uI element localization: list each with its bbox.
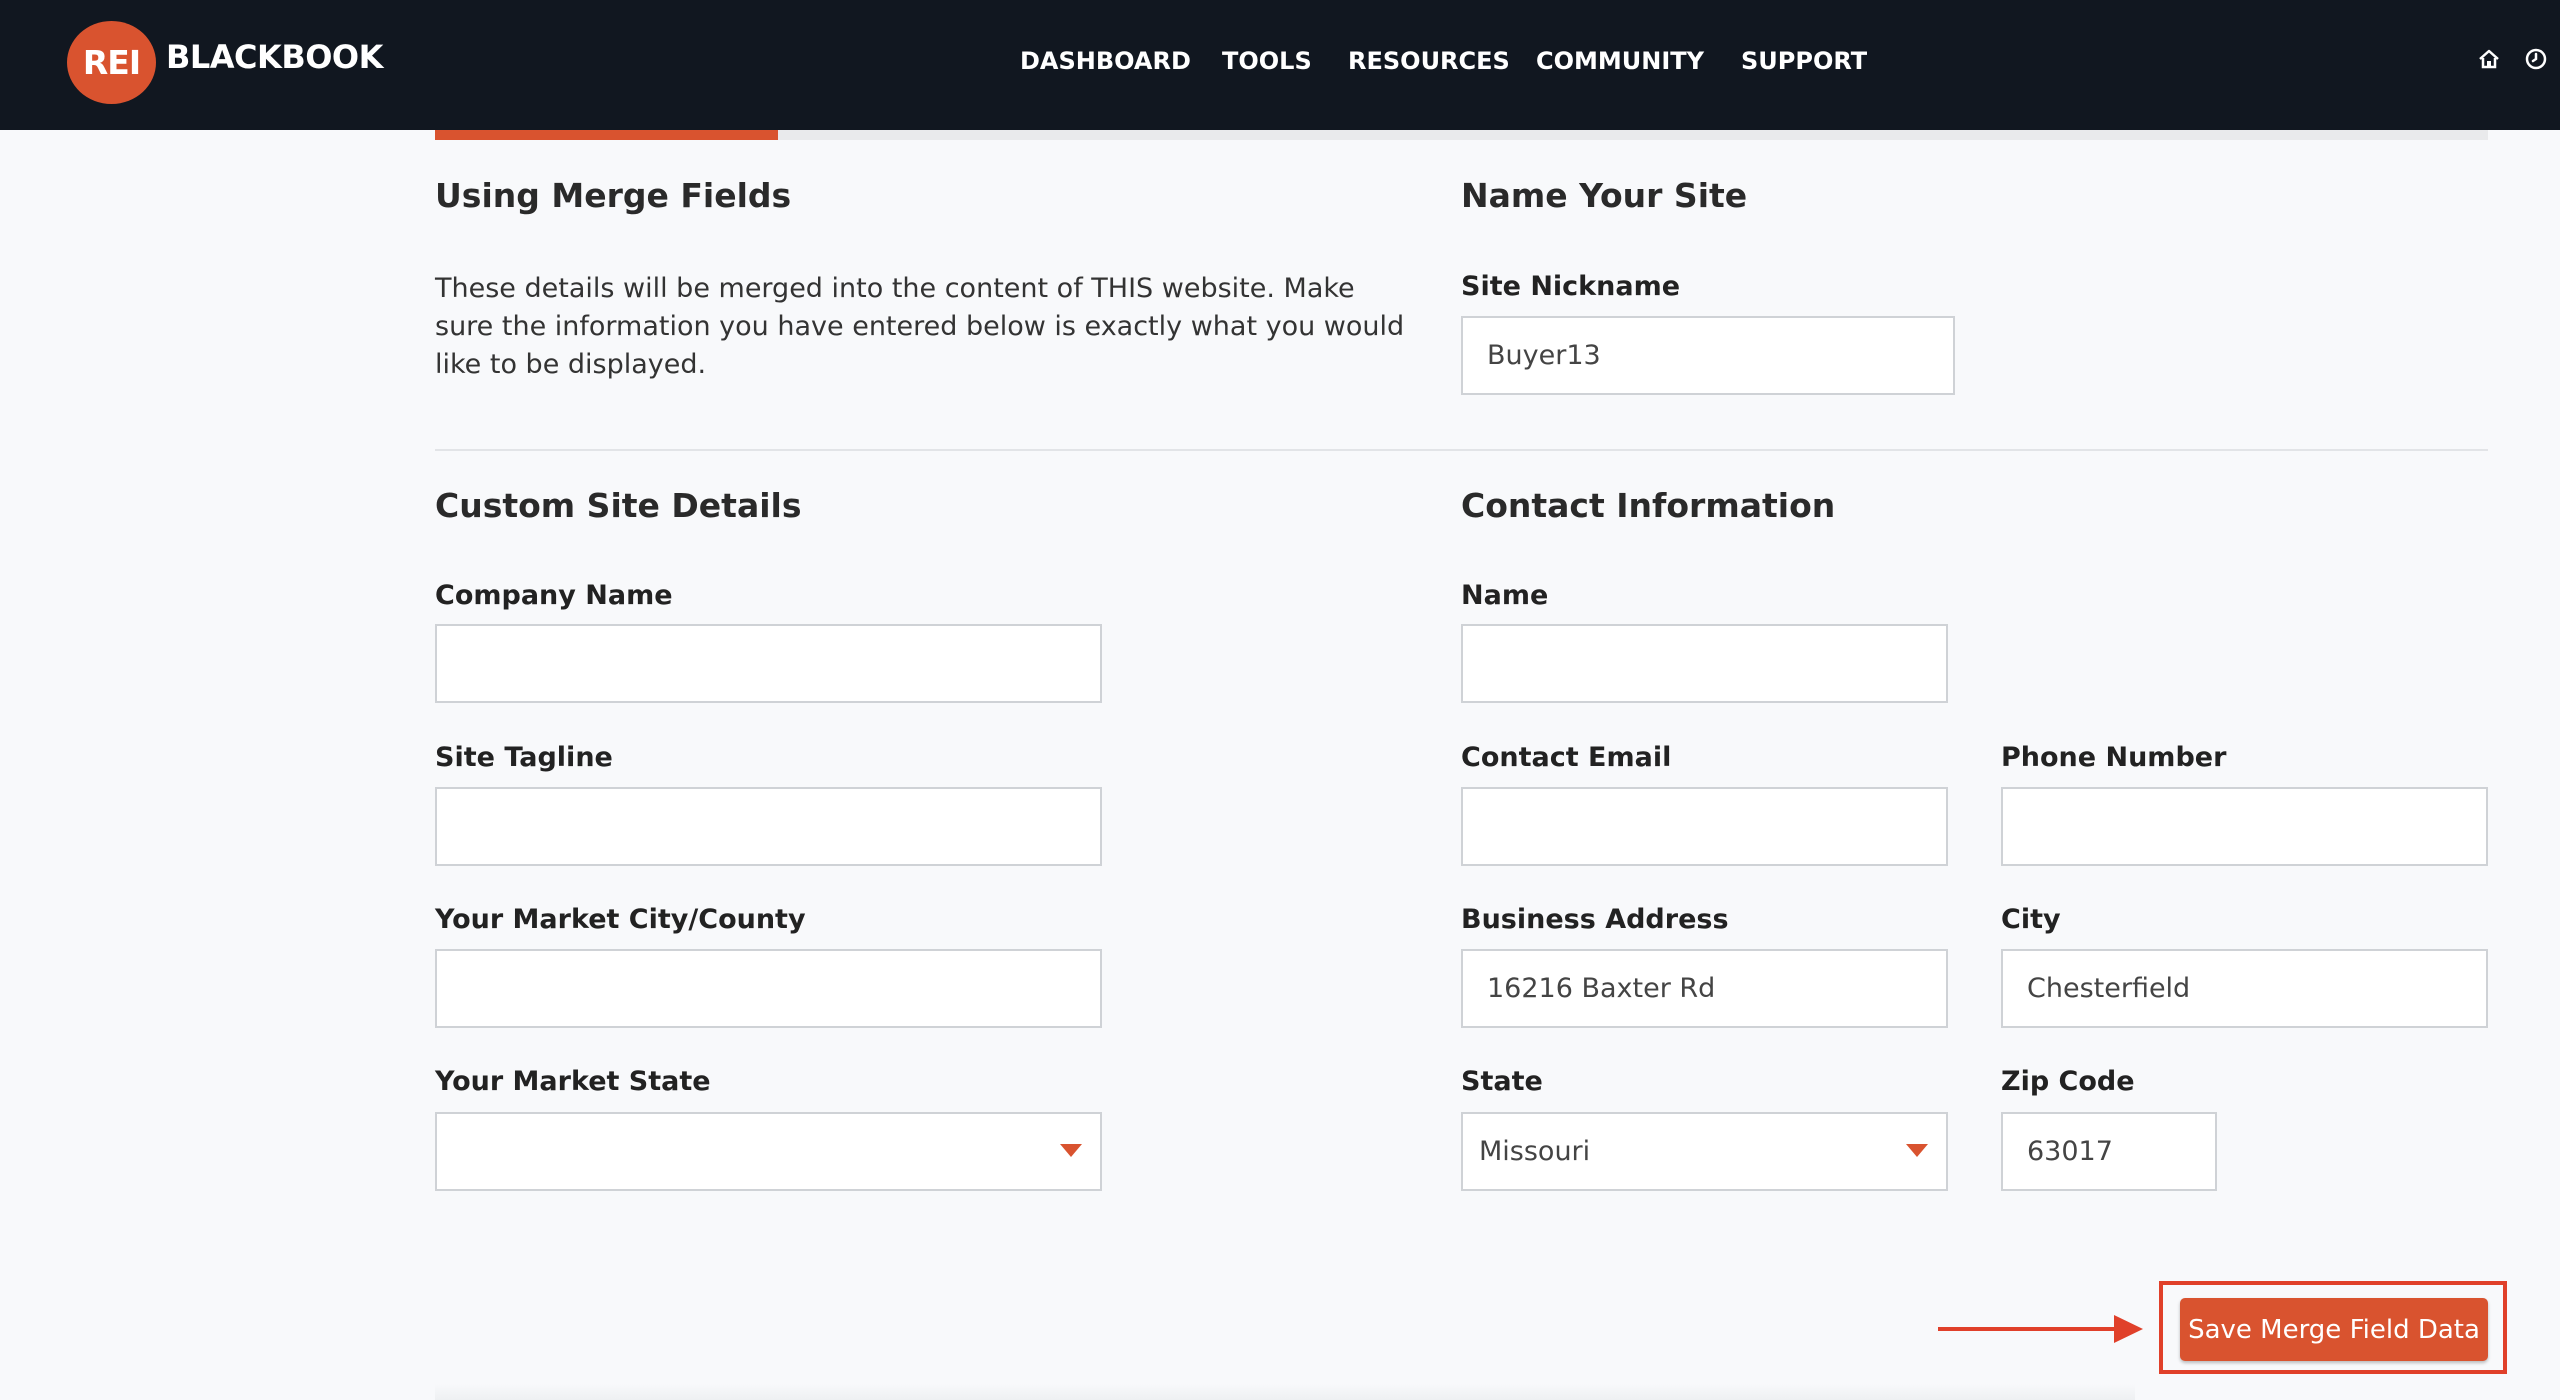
custom-site-details-title: Custom Site Details	[435, 486, 802, 525]
merge-fields-title: Using Merge Fields	[435, 176, 792, 215]
chevron-down-icon	[1906, 1144, 1928, 1157]
active-tab-indicator	[435, 130, 778, 140]
chevron-down-icon	[1060, 1144, 1082, 1157]
zip-code-input[interactable]: 63017	[2001, 1112, 2217, 1191]
nav-dashboard[interactable]: DASHBOARD	[1020, 46, 1191, 76]
arrow-right-icon	[1938, 1315, 2143, 1343]
contact-name-label: Name	[1461, 580, 1549, 611]
contact-email-label: Contact Email	[1461, 742, 1672, 773]
save-merge-field-data-button[interactable]: Save Merge Field Data	[2180, 1298, 2488, 1361]
nav-resources[interactable]: RESOURCES	[1348, 46, 1510, 76]
market-city-county-label: Your Market City/County	[435, 904, 806, 935]
home-icon[interactable]	[2477, 47, 2501, 71]
phone-number-input[interactable]	[2001, 787, 2488, 866]
market-state-label: Your Market State	[435, 1066, 711, 1097]
name-your-site-title: Name Your Site	[1461, 176, 1748, 215]
market-city-county-input[interactable]	[435, 949, 1102, 1028]
merge-fields-description: These details will be merged into the co…	[435, 273, 1405, 380]
company-name-label: Company Name	[435, 580, 673, 611]
nav-tools[interactable]: TOOLS	[1222, 46, 1312, 76]
zip-code-label: Zip Code	[2001, 1066, 2135, 1097]
top-navigation-bar: REI BLACKBOOK DASHBOARD TOOLS RESOURCES …	[0, 0, 2560, 130]
state-select[interactable]: Missouri	[1461, 1112, 1948, 1191]
business-address-label: Business Address	[1461, 904, 1729, 935]
city-label: City	[2001, 904, 2061, 935]
market-state-select[interactable]	[435, 1112, 1102, 1191]
site-tagline-input[interactable]	[435, 787, 1102, 866]
contact-name-input[interactable]	[1461, 624, 1948, 703]
contact-email-input[interactable]	[1461, 787, 1948, 866]
phone-number-label: Phone Number	[2001, 742, 2227, 773]
section-divider	[435, 449, 2488, 451]
state-label: State	[1461, 1066, 1543, 1097]
main-nav: DASHBOARD TOOLS RESOURCES COMMUNITY SUPP…	[0, 46, 2560, 76]
nav-support[interactable]: SUPPORT	[1741, 46, 1867, 76]
contact-information-title: Contact Information	[1461, 486, 1836, 525]
business-address-input[interactable]: 16216 Baxter Rd	[1461, 949, 1948, 1028]
state-value: Missouri	[1479, 1136, 1591, 1167]
content-bottom-edge	[435, 1384, 2135, 1400]
nav-community[interactable]: COMMUNITY	[1536, 46, 1704, 76]
clock-icon[interactable]	[2524, 47, 2548, 71]
site-nickname-input[interactable]: Buyer13	[1461, 316, 1955, 395]
city-input[interactable]: Chesterfield	[2001, 949, 2488, 1028]
site-nickname-label: Site Nickname	[1461, 271, 1681, 302]
site-tagline-label: Site Tagline	[435, 742, 613, 773]
company-name-input[interactable]	[435, 624, 1102, 703]
